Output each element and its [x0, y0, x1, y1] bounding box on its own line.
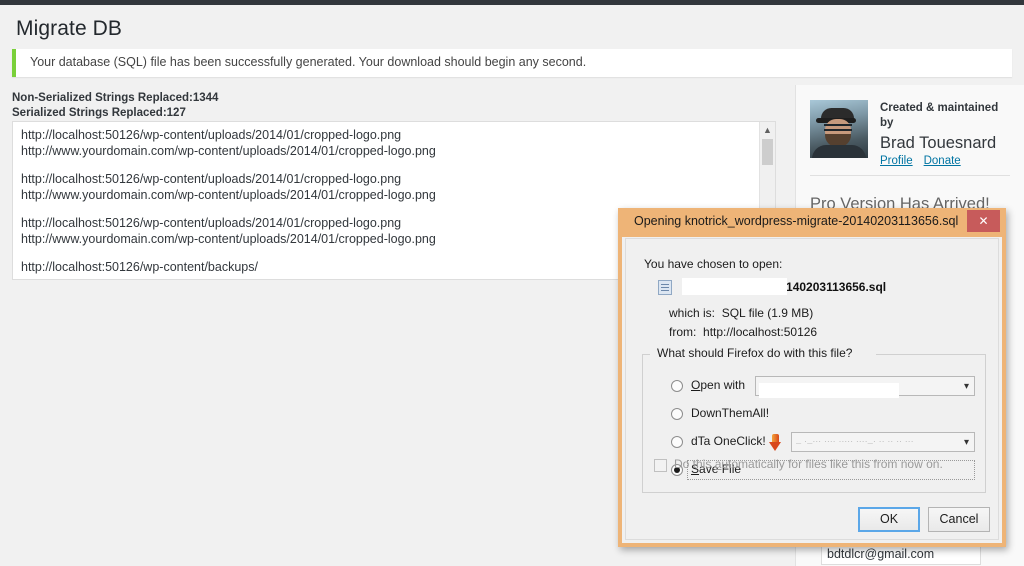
cancel-button[interactable]: Cancel: [928, 507, 990, 532]
from-label: from:: [669, 325, 697, 339]
which-is-label: which is:: [669, 306, 716, 320]
radio-downthemall[interactable]: [671, 408, 683, 420]
file-source-line: from: http://localhost:50126: [669, 325, 817, 339]
auto-handle-checkbox[interactable]: [654, 459, 667, 472]
auto-handle-row[interactable]: Do this automatically for files like thi…: [626, 456, 970, 476]
success-notice: Your database (SQL) file has been succes…: [12, 49, 1012, 77]
donate-link[interactable]: Donate: [924, 155, 961, 167]
dta-value-ghost: _ ._... .... ..... ...._. .. .. .. ...: [796, 434, 914, 444]
which-is-value: SQL file (1.9 MB): [721, 306, 814, 320]
profile-link[interactable]: Profile: [880, 155, 913, 167]
dialog-title: Opening knotrick_wordpress-migrate-20140…: [634, 214, 959, 228]
auto-handle-label: Do this automatically for files like thi…: [674, 457, 943, 471]
radio-dta-oneclick[interactable]: [671, 436, 683, 448]
chevron-down-icon[interactable]: ▾: [964, 436, 969, 449]
from-value: http://localhost:50126: [703, 325, 818, 339]
option-open-with[interactable]: Open with · · · · · · · · · ·· · ▾: [643, 376, 987, 398]
replace-counts: Non-Serialized Strings Replaced:1344 Ser…: [12, 91, 218, 121]
close-icon[interactable]: ✕: [967, 210, 1000, 232]
url-from: http://localhost:50126/wp-content/upload…: [21, 128, 402, 142]
option-dta-oneclick[interactable]: dTa OneClick! _ ._... .... ..... ...._. …: [643, 432, 987, 454]
ok-button[interactable]: OK: [858, 507, 920, 532]
redaction-overlay: [759, 383, 899, 398]
open-with-combobox[interactable]: · · · · · · · · · ·· · ▾: [755, 376, 975, 398]
url-pair: http://localhost:50126/wp-content/upload…: [21, 128, 751, 159]
scrollbar-thumb[interactable]: [762, 139, 773, 165]
author-name: Brad Touesnard: [880, 134, 997, 152]
sidebar-divider: [810, 175, 1010, 176]
chosen-label: You have chosen to open:: [644, 257, 783, 271]
option-downthemall-label: DownThemAll!: [691, 406, 770, 420]
author-row: Created & maintained by Brad Touesnard P…: [810, 100, 1013, 167]
page-title: Migrate DB: [16, 17, 123, 40]
created-by-label: Created & maintained by: [880, 102, 999, 129]
author-card: Created & maintained by Brad Touesnard P…: [796, 85, 1024, 167]
arrow-head: [769, 442, 781, 451]
option-dta-oneclick-label: dTa OneClick!: [691, 434, 766, 448]
success-notice-text: Your database (SQL) file has been succes…: [30, 55, 587, 69]
url-pair: http://localhost:50126/wp-content/upload…: [21, 172, 751, 203]
non-serialized-count: Non-Serialized Strings Replaced:1344: [12, 92, 219, 104]
avatar-body: [812, 145, 866, 158]
dta-oneclick-combobox[interactable]: _ ._... .... ..... ...._. .. .. .. ... ▾: [791, 432, 975, 452]
download-arrow-icon: [769, 434, 782, 451]
redaction-overlay: [682, 278, 787, 295]
groupbox-legend: What should Firefox do with this file?: [653, 346, 857, 360]
avatar-glasses: [824, 124, 852, 131]
author-links: Profile Donate: [880, 155, 1013, 167]
radio-open-with[interactable]: [671, 380, 683, 392]
option-open-with-label: Open with: [691, 378, 746, 392]
option-downthemall[interactable]: DownThemAll!: [643, 404, 987, 426]
url-from: http://localhost:50126/wp-content/upload…: [21, 172, 402, 186]
file-row: dpress-migrate-20140203113656.sql: [658, 278, 988, 299]
chevron-up-icon[interactable]: ▲: [760, 123, 775, 137]
serialized-count: Serialized Strings Replaced:127: [12, 107, 186, 119]
chevron-down-icon[interactable]: ▾: [964, 380, 969, 393]
author-meta: Created & maintained by Brad Touesnard P…: [880, 100, 1013, 167]
dialog-inner: Opening knotrick_wordpress-migrate-20140…: [622, 210, 1002, 543]
url-to: http://www.yourdomain.com/wp-content/upl…: [21, 187, 436, 202]
file-type-line: which is: SQL file (1.9 MB): [669, 306, 813, 320]
dialog-body: You have chosen to open: dpress-migrate-…: [625, 238, 999, 540]
avatar: [810, 100, 868, 158]
download-dialog: Opening knotrick_wordpress-migrate-20140…: [618, 208, 1006, 547]
file-icon: [658, 280, 672, 295]
url-to: http://www.yourdomain.com/wp-content/upl…: [21, 143, 436, 158]
dialog-titlebar[interactable]: Opening knotrick_wordpress-migrate-20140…: [622, 210, 1002, 237]
page-wrap: Migrate DB Your database (SQL) file has …: [0, 5, 1024, 566]
